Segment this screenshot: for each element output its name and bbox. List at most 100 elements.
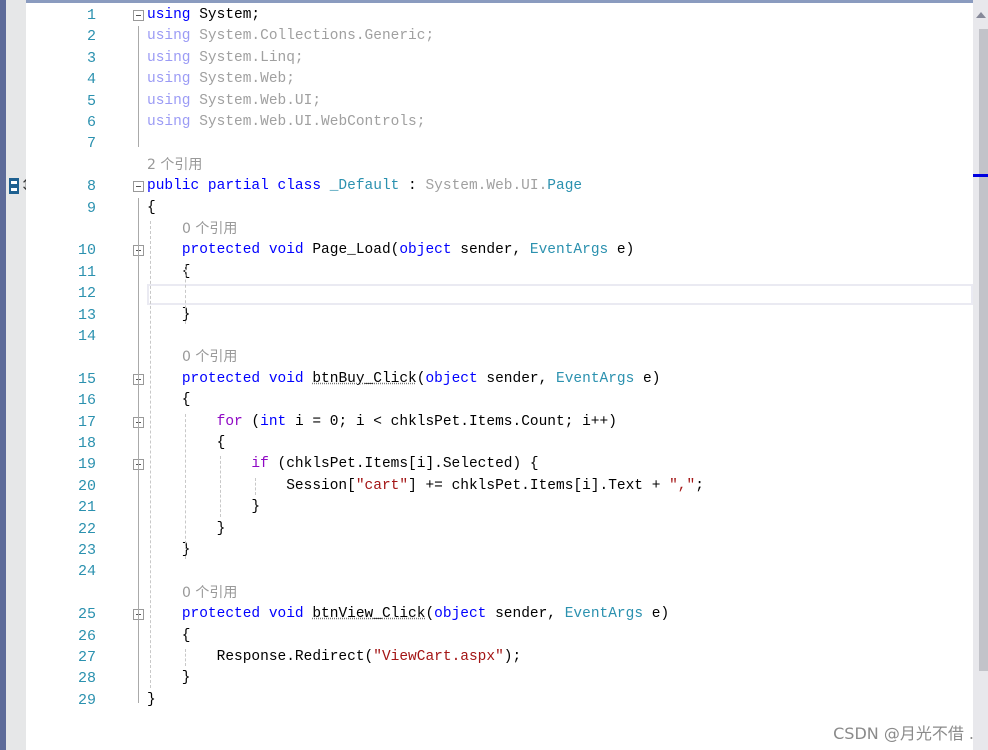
code-token-kw: object	[425, 370, 478, 387]
codelens-references: 2 个引用	[26, 155, 966, 176]
line-number: 27	[77, 649, 96, 666]
collapse-icon[interactable]	[133, 10, 144, 21]
code-text[interactable]: for (int i = 0; i < chklsPet.Items.Count…	[147, 412, 617, 433]
line-number: 17	[77, 413, 96, 431]
code-token-fade: System.Web.UI.	[425, 178, 548, 195]
codelens-reference-count[interactable]: 0 个引用	[182, 583, 237, 604]
code-token-plain: (	[242, 413, 261, 430]
line-number: 25	[77, 606, 96, 624]
scroll-up-arrow-icon[interactable]	[976, 12, 986, 18]
codelens-reference-count[interactable]: 0 个引用	[182, 347, 237, 368]
code-line: 21 }	[26, 497, 966, 518]
code-text[interactable]: {	[147, 198, 156, 219]
code-token-plain: sender,	[486, 606, 565, 623]
collapse-icon[interactable]	[133, 181, 144, 193]
code-text[interactable]: protected void btnView_Click(object send…	[147, 604, 669, 625]
code-token-plain: i = 0; i < chklsPet.Items.Count; i++)	[286, 413, 617, 430]
code-line: 12	[26, 283, 966, 304]
code-text[interactable]: if (chklsPet.Items[i].Selected) {	[147, 454, 539, 475]
code-token-plain: Page_Load(	[312, 242, 400, 259]
code-text[interactable]: using System.Web.UI.WebControls;	[147, 112, 425, 133]
code-line: 7	[26, 133, 966, 154]
code-token-plain: );	[503, 649, 522, 665]
line-number: 21	[77, 499, 96, 517]
code-token-plain: }	[147, 520, 226, 537]
line-number: 13	[77, 306, 96, 324]
vertical-scrollbar[interactable]	[973, 0, 988, 750]
code-text[interactable]: Session["cart"] += chklsPet.Items[i].Tex…	[147, 476, 704, 497]
code-line: 15 protected void btnBuy_Click(object se…	[26, 369, 966, 390]
code-line: 9{	[26, 198, 966, 219]
codelens-reference-count[interactable]: 0 个引用	[182, 219, 237, 240]
code-line: 24	[26, 561, 966, 582]
scrollbar-thumb[interactable]	[979, 29, 988, 671]
indent-guide	[220, 456, 221, 517]
code-text[interactable]: }	[147, 690, 156, 711]
indicator-margin: ↕	[6, 0, 33, 750]
breakpoint-move-icon[interactable]	[9, 178, 19, 194]
indent-guide	[185, 413, 186, 560]
code-text[interactable]: protected void Page_Load(object sender, …	[147, 240, 635, 261]
line-number: 26	[77, 627, 96, 645]
code-token-str: "ViewCart.aspx"	[373, 649, 504, 665]
code-line: 8 public partial class _Default : System.…	[26, 176, 966, 197]
codelens-references: 0 个引用	[26, 583, 966, 604]
code-line: 17 for (int i = 0; i < chklsPet.Items.Co…	[26, 412, 966, 433]
code-text[interactable]: {	[147, 390, 191, 411]
line-number: 24	[77, 563, 96, 581]
code-text[interactable]: public partial class _Default : System.W…	[147, 176, 582, 197]
code-line: 18 {	[26, 433, 966, 454]
code-token-fade: System.Linq;	[190, 49, 304, 66]
code-token-plain: Response.Redirect(	[147, 649, 374, 665]
code-token-plain: {	[147, 627, 191, 644]
line-number: 4	[86, 71, 96, 89]
code-token-type: Page	[547, 178, 583, 195]
code-text[interactable]: using System;	[147, 5, 260, 26]
code-token-kw: int	[260, 413, 287, 430]
code-text[interactable]: }	[147, 668, 191, 689]
code-token-plain: btnBuy_Click	[312, 370, 417, 387]
fold-region-line	[138, 475, 139, 511]
code-line: 23 }	[26, 540, 966, 561]
code-text[interactable]: {	[147, 626, 191, 647]
line-number: 2	[86, 28, 96, 46]
code-text[interactable]: using System.Web;	[147, 69, 295, 90]
code-text[interactable]: using System.Linq;	[147, 48, 304, 69]
code-line: 28 }	[26, 668, 966, 689]
line-number: 9	[86, 199, 96, 217]
code-text[interactable]: protected void btnBuy_Click(object sende…	[147, 369, 661, 390]
code-text[interactable]: }	[147, 519, 226, 540]
code-text[interactable]: using System.Web.UI;	[147, 91, 321, 112]
code-token-plain: Session[	[147, 477, 356, 494]
code-token-plain: }	[147, 542, 191, 558]
code-text[interactable]: {	[147, 433, 226, 454]
code-token-plain: e)	[634, 370, 661, 387]
code-text[interactable]: }	[147, 305, 191, 326]
code-token-plain: (chklsPet.Items[i].Selected) {	[268, 456, 539, 473]
code-text[interactable]: Response.Redirect("ViewCart.aspx");	[147, 647, 522, 668]
code-editor[interactable]: 1 using System; 2 using System.Collections.…	[26, 3, 973, 750]
code-text[interactable]: }	[147, 540, 191, 561]
code-line: 10 protected void Page_Load(object sende…	[26, 240, 966, 261]
caret-position-marker	[973, 174, 988, 177]
code-line: 13 }	[26, 305, 966, 326]
line-number: 11	[77, 263, 96, 281]
code-token-plain: e)	[643, 606, 670, 623]
line-number: 18	[77, 435, 96, 452]
line-number: 19	[77, 456, 96, 474]
code-line: 22 }	[26, 519, 966, 540]
codelens-reference-count[interactable]: 2 个引用	[147, 155, 202, 176]
code-text[interactable]: using System.Collections.Generic;	[147, 26, 434, 47]
line-number: 6	[86, 114, 96, 131]
code-token-plain: sender,	[477, 370, 557, 387]
indent-guide	[185, 263, 186, 324]
line-number: 8	[86, 178, 96, 196]
code-token-plain: }	[147, 499, 261, 516]
code-text[interactable]: }	[147, 497, 260, 518]
watermark: CSDN @月光不借 .	[833, 724, 974, 743]
code-text[interactable]: {	[147, 262, 191, 283]
code-token-kw: public partial class	[147, 178, 330, 195]
